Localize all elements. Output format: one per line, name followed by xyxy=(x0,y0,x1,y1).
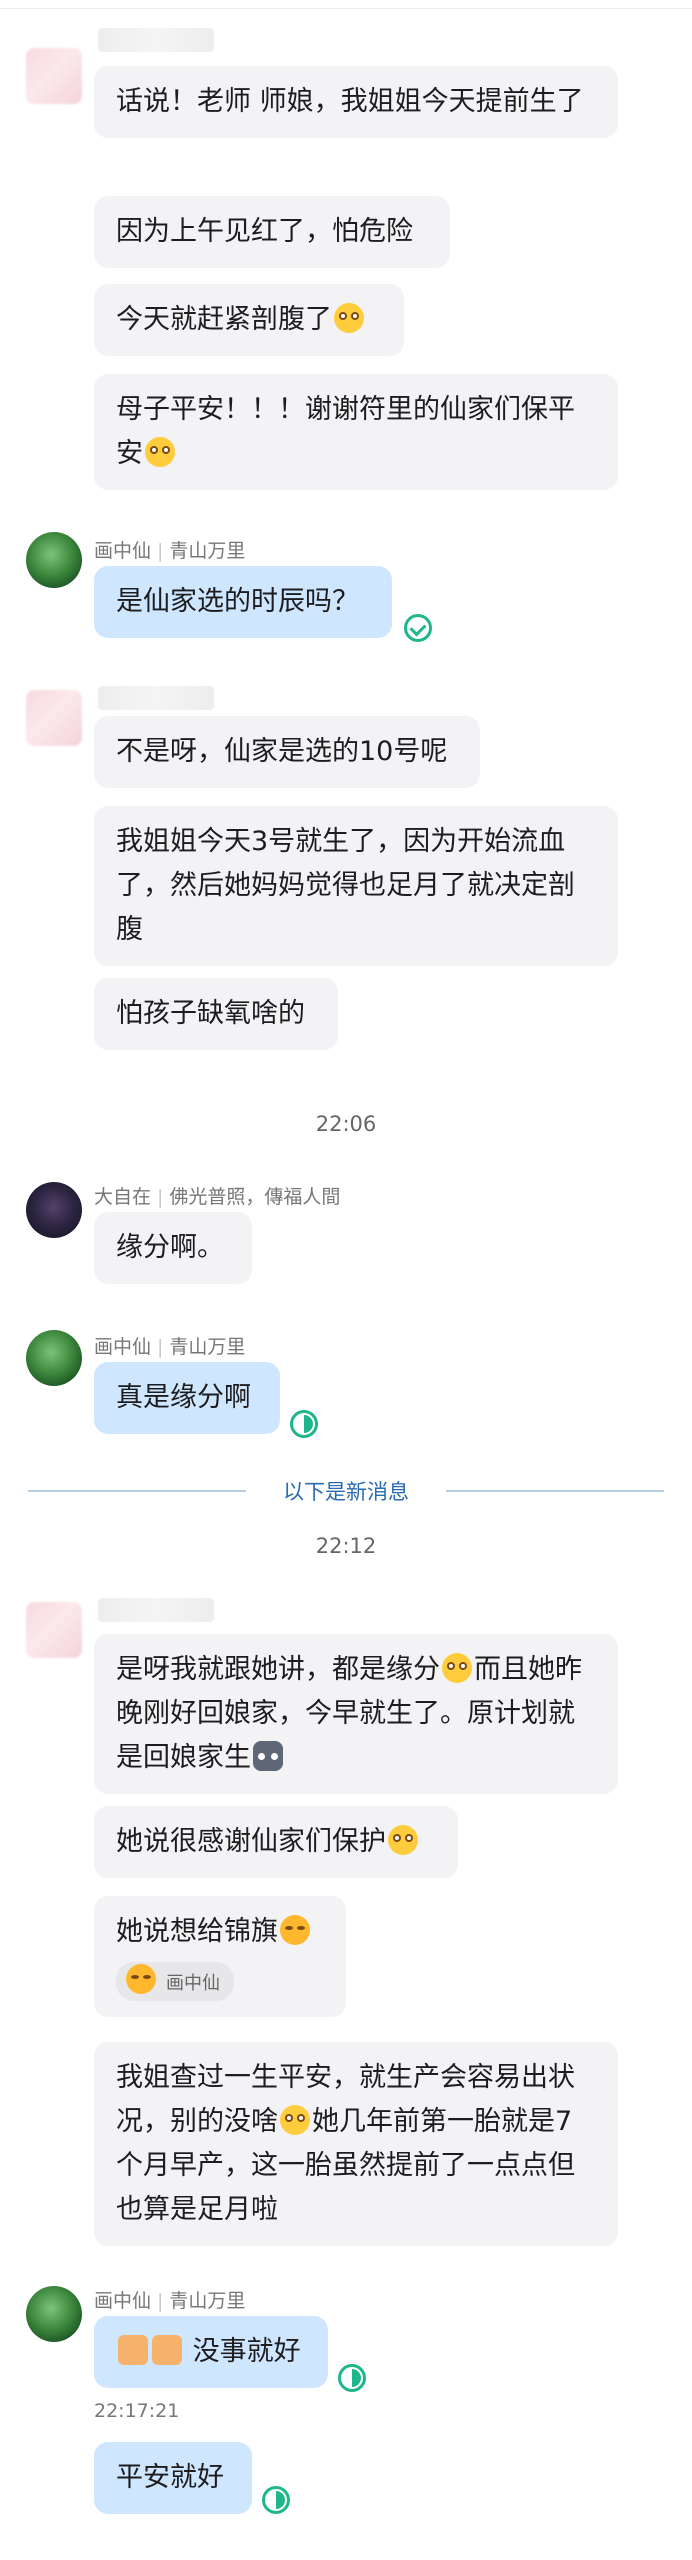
sender-name: 画中仙 xyxy=(94,2290,152,2312)
new-messages-label: 以下是新消息 xyxy=(283,1480,409,1504)
my-message-bubble[interactable]: 真是缘分啊 xyxy=(94,1362,280,1434)
half-circle-icon xyxy=(338,2364,366,2392)
message-text: 缘分啊。 xyxy=(116,1232,224,1263)
grin-emoji-icon xyxy=(280,2105,310,2135)
message-text: 是仙家选的时辰吗？ xyxy=(116,586,359,617)
message-text: 平安就好 xyxy=(116,2462,224,2493)
sender-tag: 青山万里 xyxy=(169,2290,246,2312)
half-circle-icon xyxy=(262,2486,290,2514)
avatar-dark[interactable] xyxy=(26,1182,82,1238)
message-bubble[interactable]: 不是呀，仙家是选的10号呢 xyxy=(94,716,480,788)
message-bubble[interactable]: 今天就赶紧剖腹了 xyxy=(94,284,404,356)
sender-name-blurred xyxy=(98,686,214,710)
grin-emoji-icon xyxy=(442,1653,472,1683)
grin-emoji-icon xyxy=(334,303,364,333)
avatar-jade[interactable] xyxy=(26,1330,82,1386)
sender-tag: 青山万里 xyxy=(169,540,246,562)
message-text: 她说很感谢仙家们保护 xyxy=(116,1826,386,1857)
thumbs-up-icon xyxy=(152,2335,182,2365)
message-bubble[interactable]: 她说想给锦旗 画中仙 xyxy=(94,1896,346,2017)
avatar-jade[interactable] xyxy=(26,2286,82,2342)
sender-tag: 青山万里 xyxy=(169,1336,246,1358)
timestamp: 22:06 xyxy=(315,1112,377,1136)
message-bubble[interactable]: 我姐姐今天3号就生了，因为开始流血了，然后她妈妈觉得也足月了就决定剖腹 xyxy=(94,806,618,966)
grin-emoji-icon xyxy=(388,1825,418,1855)
message-text: 因为上午见红了，怕危险 xyxy=(116,216,413,247)
message-bubble[interactable]: 怕孩子缺氧啥的 xyxy=(94,978,338,1050)
my-message-bubble[interactable]: 是仙家选的时辰吗？ xyxy=(94,566,392,638)
half-circle-icon xyxy=(290,1410,318,1438)
message-text: 她说想给锦旗 xyxy=(116,1916,278,1947)
avatar-blurred[interactable] xyxy=(26,690,82,746)
laugh-emoji-icon xyxy=(126,1964,156,1994)
sender-name-blurred xyxy=(98,28,214,52)
avatar-blurred[interactable] xyxy=(26,48,82,104)
check-circle-icon xyxy=(404,614,432,642)
laugh-emoji-icon xyxy=(280,1915,310,1945)
avatar-jade[interactable] xyxy=(26,532,82,588)
message-bubble[interactable]: 话说！老师 师娘，我姐姐今天提前生了 xyxy=(94,66,618,138)
sender-tag: 佛光普照，傳福人間 xyxy=(169,1186,341,1208)
message-text: 是呀我就跟她讲，都是缘分 xyxy=(116,1654,440,1685)
message-timestamp: 22:17:21 xyxy=(94,2400,180,2422)
new-messages-divider: 以下是新消息 xyxy=(0,1476,692,1506)
sender-name: 大自在 xyxy=(94,1186,152,1208)
message-text: 怕孩子缺氧啥的 xyxy=(116,998,305,1029)
my-message-bubble[interactable]: 平安就好 xyxy=(94,2442,252,2514)
thumbs-up-icon xyxy=(118,2335,148,2365)
sender-label: 大自在 | 佛光普照，傳福人間 xyxy=(94,1186,341,1208)
message-text: 我姐姐今天3号就生了，因为开始流血了，然后她妈妈觉得也足月了就决定剖腹 xyxy=(116,826,575,945)
message-text: 话说！老师 师娘，我姐姐今天提前生了 xyxy=(116,86,584,117)
message-text: 母子平安！！！谢谢符里的仙家们保平安 xyxy=(116,394,575,469)
message-text: 没事就好 xyxy=(192,2336,301,2367)
message-bubble[interactable]: 缘分啊。 xyxy=(94,1212,252,1284)
reaction-chip[interactable]: 画中仙 xyxy=(116,1962,234,2001)
sender-name: 画中仙 xyxy=(94,1336,152,1358)
reaction-user: 画中仙 xyxy=(166,1973,220,1994)
cat-emoji-icon xyxy=(253,1741,283,1771)
grin-emoji-icon xyxy=(145,437,175,467)
top-divider xyxy=(0,8,692,9)
sender-name-blurred xyxy=(98,1598,214,1622)
message-text: 真是缘分啊 xyxy=(116,1382,251,1413)
message-bubble[interactable]: 我姐查过一生平安，就生产会容易出状况，别的没啥 她几年前第一胎就是7个月早产，这一… xyxy=(94,2042,618,2246)
sender-name: 画中仙 xyxy=(94,540,152,562)
timestamp: 22:12 xyxy=(315,1534,377,1558)
message-text: 今天就赶紧剖腹了 xyxy=(116,304,332,335)
message-text: 不是呀，仙家是选的10号呢 xyxy=(116,736,448,767)
sender-label: 画中仙 | 青山万里 xyxy=(94,2290,246,2312)
avatar-blurred[interactable] xyxy=(26,1602,82,1658)
message-bubble[interactable]: 是呀我就跟她讲，都是缘分 而且她昨晚刚好回娘家，今早就生了。原计划就是回娘家生 xyxy=(94,1634,618,1794)
message-bubble[interactable]: 因为上午见红了，怕危险 xyxy=(94,196,450,268)
message-bubble[interactable]: 母子平安！！！谢谢符里的仙家们保平安 xyxy=(94,374,618,490)
my-message-bubble[interactable]: 没事就好 xyxy=(94,2316,328,2388)
message-bubble[interactable]: 她说很感谢仙家们保护 xyxy=(94,1806,458,1878)
sender-label: 画中仙 | 青山万里 xyxy=(94,540,246,562)
sender-label: 画中仙 | 青山万里 xyxy=(94,1336,246,1358)
